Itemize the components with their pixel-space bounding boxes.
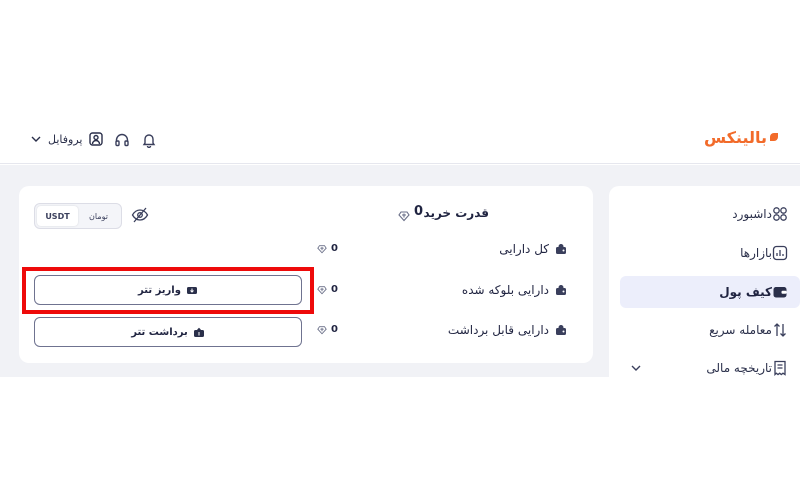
total-assets-row: کل دارایی [499, 242, 567, 256]
deposit-icon [186, 284, 198, 296]
chevron-down-icon [630, 362, 642, 374]
tether-icon [398, 207, 410, 222]
withdrawable-assets-value: 0 [317, 324, 338, 335]
button-label: واریز تتر [138, 284, 181, 296]
user-icon [88, 131, 104, 147]
deposit-usdt-button[interactable]: واریز تتر [34, 275, 302, 305]
tether-icon [317, 285, 327, 295]
withdraw-icon [193, 326, 205, 338]
wallet-summary-card: قدرت خرید 0 USDT تومان کل دارایی 0 دارای… [19, 186, 593, 363]
app-window: بالینکس پروفایل داشبورد بازارها کیف پول … [0, 0, 800, 500]
chevron-down-icon [30, 133, 42, 145]
total-assets-value: 0 [317, 243, 338, 254]
wallet-icon [772, 284, 788, 300]
toggle-option-toman[interactable]: تومان [78, 206, 119, 226]
chart-icon [772, 245, 788, 261]
sidebar-item-wallet[interactable]: کیف پول [620, 276, 800, 308]
brand-logo[interactable]: بالینکس [704, 128, 779, 147]
withdraw-usdt-button[interactable]: برداشت تتر [34, 317, 302, 347]
headset-icon[interactable] [114, 132, 130, 148]
logo-text: بالینکس [704, 128, 768, 147]
toggle-option-usdt[interactable]: USDT [37, 206, 78, 226]
grid-icon [772, 206, 788, 222]
buying-power-label: قدرت خرید [423, 206, 489, 220]
value-text: 0 [331, 284, 338, 295]
sidebar-item-label: کیف پول [719, 285, 772, 299]
buying-power-value: 0 [413, 204, 423, 219]
receipt-icon [772, 360, 788, 377]
row-label: کل دارایی [499, 242, 549, 256]
wallet-coin-icon [555, 284, 567, 296]
swap-icon [772, 322, 788, 338]
sidebar-item-markets[interactable]: بازارها [620, 237, 800, 269]
tether-icon [317, 244, 327, 254]
value-text: 0 [331, 243, 338, 254]
button-label: برداشت تتر [131, 326, 188, 338]
value-text: 0 [331, 324, 338, 335]
row-label: دارایی بلوکه شده [461, 283, 549, 297]
bell-icon[interactable] [141, 132, 157, 149]
row-label: دارایی قابل برداشت [447, 323, 549, 337]
eye-off-icon[interactable] [131, 206, 149, 224]
sidebar-item-quick-trade[interactable]: معامله سریع [620, 314, 800, 346]
wallet-coin-icon [555, 324, 567, 336]
blocked-assets-value: 0 [317, 284, 338, 295]
logo-mark-icon [770, 133, 779, 141]
sidebar-item-label: داشبورد [732, 207, 772, 221]
currency-toggle: USDT تومان [34, 203, 122, 229]
sidebar-item-dashboard[interactable]: داشبورد [620, 198, 800, 230]
withdrawable-assets-row: دارایی قابل برداشت [448, 323, 567, 337]
profile-label: پروفایل [48, 132, 83, 146]
wallet-coin-icon [555, 243, 567, 255]
sidebar-item-label: تاریخچه مالی [706, 361, 772, 375]
sidebar-item-financial-history[interactable]: تاریخچه مالی [620, 352, 800, 384]
profile-menu[interactable]: پروفایل [30, 131, 104, 147]
top-header: بالینکس پروفایل [0, 118, 800, 164]
sidebar-item-label: معامله سریع [709, 323, 772, 337]
tether-icon [317, 325, 327, 335]
blocked-assets-row: دارایی بلوکه شده [462, 283, 567, 297]
sidebar-item-label: بازارها [740, 246, 772, 260]
sidebar: داشبورد بازارها کیف پول معامله سریع تاری… [609, 186, 800, 377]
